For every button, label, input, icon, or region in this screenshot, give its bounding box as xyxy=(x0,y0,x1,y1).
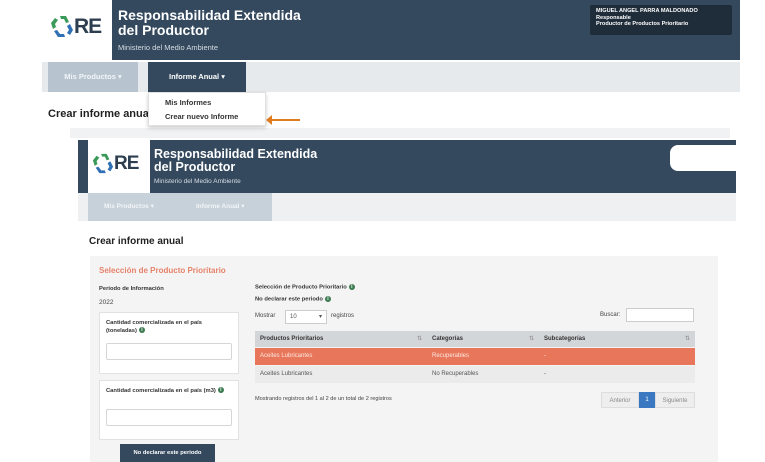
period-label: Periodo de Información xyxy=(99,286,164,292)
no-declarar-button[interactable]: No declarar este periodo xyxy=(120,444,215,462)
ministry-label: Ministerio del Medio Ambiente xyxy=(118,43,219,52)
sort-icon[interactable]: ⇅ xyxy=(685,331,690,347)
info-icon[interactable]: i xyxy=(348,284,355,290)
user-info-box[interactable]: MIGUEL ANGEL PARRA MALDONADO Responsable… xyxy=(590,5,732,35)
no-declarar-label: No declarar este periodo i xyxy=(255,296,331,303)
recycle-icon xyxy=(51,16,73,37)
qty-tons-box: Cantidad comercializada en el país (tone… xyxy=(99,312,239,374)
table-row[interactable]: Aceites Lubricantes No Recuperables - xyxy=(255,366,695,383)
page-title: Crear informe anual xyxy=(89,236,184,247)
no-declarar-label-text: No declarar este periodo xyxy=(255,296,323,303)
qty-m3-label: Cantidad comercializada en el país (m3) i xyxy=(106,387,226,395)
section-title: Selección de Producto Prioritario xyxy=(99,266,226,275)
menu-item-mis-informes[interactable]: Mis Informes xyxy=(149,96,265,110)
nav-bar: Mis Productos ▾ Informe Anual ▾ xyxy=(88,193,272,221)
qty-tons-label-text: Cantidad comercializada en el país (tone… xyxy=(106,320,203,334)
period-value: 2022 xyxy=(99,299,114,306)
qty-m3-label-text: Cantidad comercializada en el país (m3) xyxy=(106,388,216,394)
site-title: Responsabilidad Extendida del Productor xyxy=(154,148,317,174)
page-size-select[interactable]: 10 ▾ xyxy=(285,310,327,324)
column-header-label: Subcategorías xyxy=(544,336,586,342)
informe-anual-dropdown: Mis Informes Crear nuevo Informe xyxy=(148,92,266,126)
nav-informe-anual[interactable]: Informe Anual ▾ xyxy=(148,62,246,92)
search-input[interactable] xyxy=(626,308,694,322)
info-icon[interactable]: i xyxy=(138,327,145,334)
records-label: registros xyxy=(331,313,355,319)
annotation-arrow xyxy=(266,115,300,125)
column-header-label: Categorías xyxy=(432,336,464,342)
logo[interactable]: RE xyxy=(42,0,112,60)
qty-m3-box: Cantidad comercializada en el país (m3) i xyxy=(99,380,239,440)
nav-mis-productos[interactable]: Mis Productos ▾ xyxy=(104,193,154,221)
column-header-categorias[interactable]: Categorías ⇅ xyxy=(427,331,539,347)
cell-categoria: Recuperables xyxy=(432,353,470,359)
pager-page-1[interactable]: 1 xyxy=(639,392,655,408)
user-organization: Productor de Productos Prioritario xyxy=(596,21,689,27)
pager-previous-button[interactable]: Anterior xyxy=(601,392,639,408)
product-selection-label-text: Selección de Producto Prioritario xyxy=(255,284,347,291)
cell-categoria: No Recuperables xyxy=(432,371,479,377)
logo[interactable]: RE xyxy=(88,140,150,193)
site-title: Responsabilidad Extendida del Productor xyxy=(118,8,301,38)
search-label: Buscar: xyxy=(600,312,621,318)
site-header: RE Responsabilidad Extendida del Product… xyxy=(78,140,765,193)
logo-text: RE xyxy=(114,153,139,174)
cell-subcategoria: - xyxy=(544,371,546,377)
table-info: Mostrando registros del 1 al 2 de un tot… xyxy=(255,396,392,402)
site-title-line2: del Productor xyxy=(154,160,236,174)
logo-text: RE xyxy=(74,15,102,38)
content-strip xyxy=(70,128,730,138)
info-icon[interactable]: i xyxy=(217,387,224,394)
screenshot-bottom: RE Responsabilidad Extendida del Product… xyxy=(0,140,765,462)
main-nav: Mis Productos ▾ Informe Anual ▾ xyxy=(78,193,736,221)
menu-item-crear-nuevo-informe[interactable]: Crear nuevo Informe xyxy=(149,110,265,124)
pager-next-button[interactable]: Siguiente xyxy=(655,392,695,408)
main-nav: Mis Productos ▾ Informe Anual ▾ xyxy=(42,62,740,92)
cell-producto: Aceites Lubricantes xyxy=(260,353,313,359)
sort-icon[interactable]: ⇅ xyxy=(529,331,534,347)
recycle-icon xyxy=(92,153,114,174)
table-row[interactable]: Aceites Lubricantes Recuperables - xyxy=(255,348,695,365)
nav-informe-anual[interactable]: Informe Anual ▾ xyxy=(196,193,245,221)
page-title: Crear informe anua xyxy=(48,108,149,120)
site-title-line1: Responsabilidad Extendida xyxy=(118,7,301,23)
column-header-subcategorias[interactable]: Subcategorías ⇅ xyxy=(539,331,695,347)
show-label: Mostrar xyxy=(255,313,276,319)
redacted-user-box xyxy=(670,145,765,171)
screenshot-top: RE Responsabilidad Extendida del Product… xyxy=(0,0,765,140)
product-selection-label: Selección de Producto Prioritario i xyxy=(255,284,355,291)
qty-tons-label: Cantidad comercializada en el país (tone… xyxy=(106,319,226,335)
qty-m3-input[interactable] xyxy=(106,409,232,426)
sort-icon[interactable]: ⇅ xyxy=(417,331,422,347)
cell-producto: Aceites Lubricantes xyxy=(260,371,313,377)
form-panel: Selección de Producto Prioritario Period… xyxy=(90,256,718,462)
site-title-line2: del Productor xyxy=(118,22,210,38)
nav-mis-productos[interactable]: Mis Productos ▾ xyxy=(48,62,138,92)
cell-subcategoria: - xyxy=(544,353,546,359)
info-icon[interactable]: i xyxy=(324,296,331,302)
qty-tons-input[interactable] xyxy=(106,343,232,360)
column-header-productos[interactable]: Productos Prioritarios ⇅ xyxy=(255,331,427,347)
ministry-label: Ministerio del Medio Ambiente xyxy=(154,178,241,185)
chevron-down-icon: ▾ xyxy=(318,314,322,320)
column-header-label: Productos Prioritarios xyxy=(260,336,324,342)
page-size-value: 10 xyxy=(290,314,297,320)
